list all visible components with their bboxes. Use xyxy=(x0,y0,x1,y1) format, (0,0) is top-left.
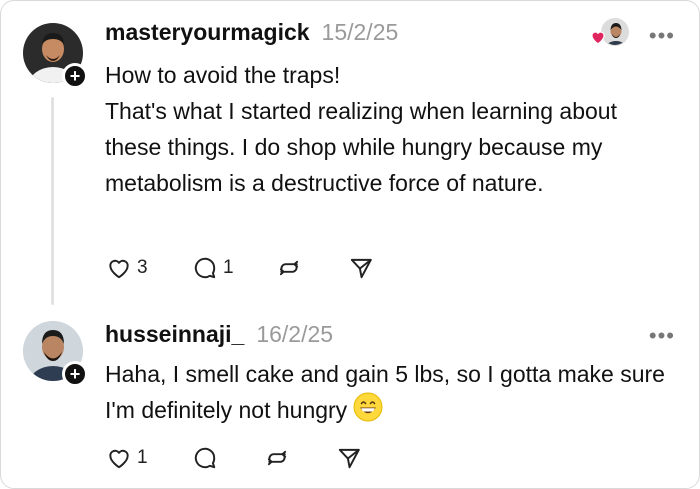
timestamp[interactable]: 16/2/25 xyxy=(256,321,333,348)
share-button[interactable] xyxy=(347,255,375,281)
timestamp[interactable]: 15/2/25 xyxy=(322,19,399,46)
like-count: 1 xyxy=(137,447,148,468)
grinning-face-emoji xyxy=(353,392,383,432)
more-icon: ••• xyxy=(648,23,675,48)
like-button[interactable]: 1 xyxy=(105,445,191,471)
thread-connector-line xyxy=(51,97,54,305)
reply-button[interactable] xyxy=(191,445,263,471)
post-header: husseinnaji_ 16/2/25 xyxy=(105,321,333,348)
thread-view: + masteryourmagick 15/2/25 ••• How to av… xyxy=(0,0,700,489)
post-body-container: Haha, I smell cake and gain 5 lbs, so I … xyxy=(105,356,680,432)
like-button[interactable]: 3 xyxy=(105,255,191,281)
reply-count: 1 xyxy=(223,257,234,278)
post-header: masteryourmagick 15/2/25 xyxy=(105,19,398,46)
heart-icon xyxy=(109,259,129,279)
heart-icon xyxy=(109,449,129,469)
post-body: Haha, I smell cake and gain 5 lbs, so I … xyxy=(105,361,665,423)
action-bar: 3 1 xyxy=(105,255,375,281)
repost-button[interactable] xyxy=(275,255,347,281)
post-title: How to avoid the traps! xyxy=(105,62,341,88)
follow-button[interactable]: + xyxy=(62,361,88,387)
plus-icon: + xyxy=(69,364,81,384)
send-icon xyxy=(338,448,360,469)
heart-icon xyxy=(591,31,605,45)
username[interactable]: masteryourmagick xyxy=(105,19,310,46)
post-1: + masteryourmagick 15/2/25 ••• How to av… xyxy=(1,1,699,309)
more-icon: ••• xyxy=(648,323,675,348)
comment-icon xyxy=(194,257,216,279)
action-bar: 1 xyxy=(105,445,363,471)
author-avatar-wrapper[interactable]: + xyxy=(23,23,88,89)
username[interactable]: husseinnaji_ xyxy=(105,321,244,348)
reply-button[interactable]: 1 xyxy=(191,255,275,281)
send-icon xyxy=(350,258,372,279)
comment-icon xyxy=(194,447,216,469)
author-avatar-wrapper[interactable]: + xyxy=(23,321,88,387)
post-body: That's what I started realizing when lea… xyxy=(105,98,617,196)
follow-button[interactable]: + xyxy=(62,63,88,89)
post-2: + husseinnaji_ 16/2/25 ••• Haha, I smell… xyxy=(1,309,699,488)
plus-icon: + xyxy=(69,66,81,86)
repost-icon xyxy=(267,450,287,466)
like-count: 3 xyxy=(137,257,148,278)
more-options-button[interactable]: ••• xyxy=(649,323,675,349)
liked-by-author-indicator xyxy=(589,18,629,48)
more-options-button[interactable]: ••• xyxy=(649,23,675,49)
share-button[interactable] xyxy=(335,445,363,471)
repost-button[interactable] xyxy=(263,445,335,471)
repost-icon xyxy=(279,260,299,276)
